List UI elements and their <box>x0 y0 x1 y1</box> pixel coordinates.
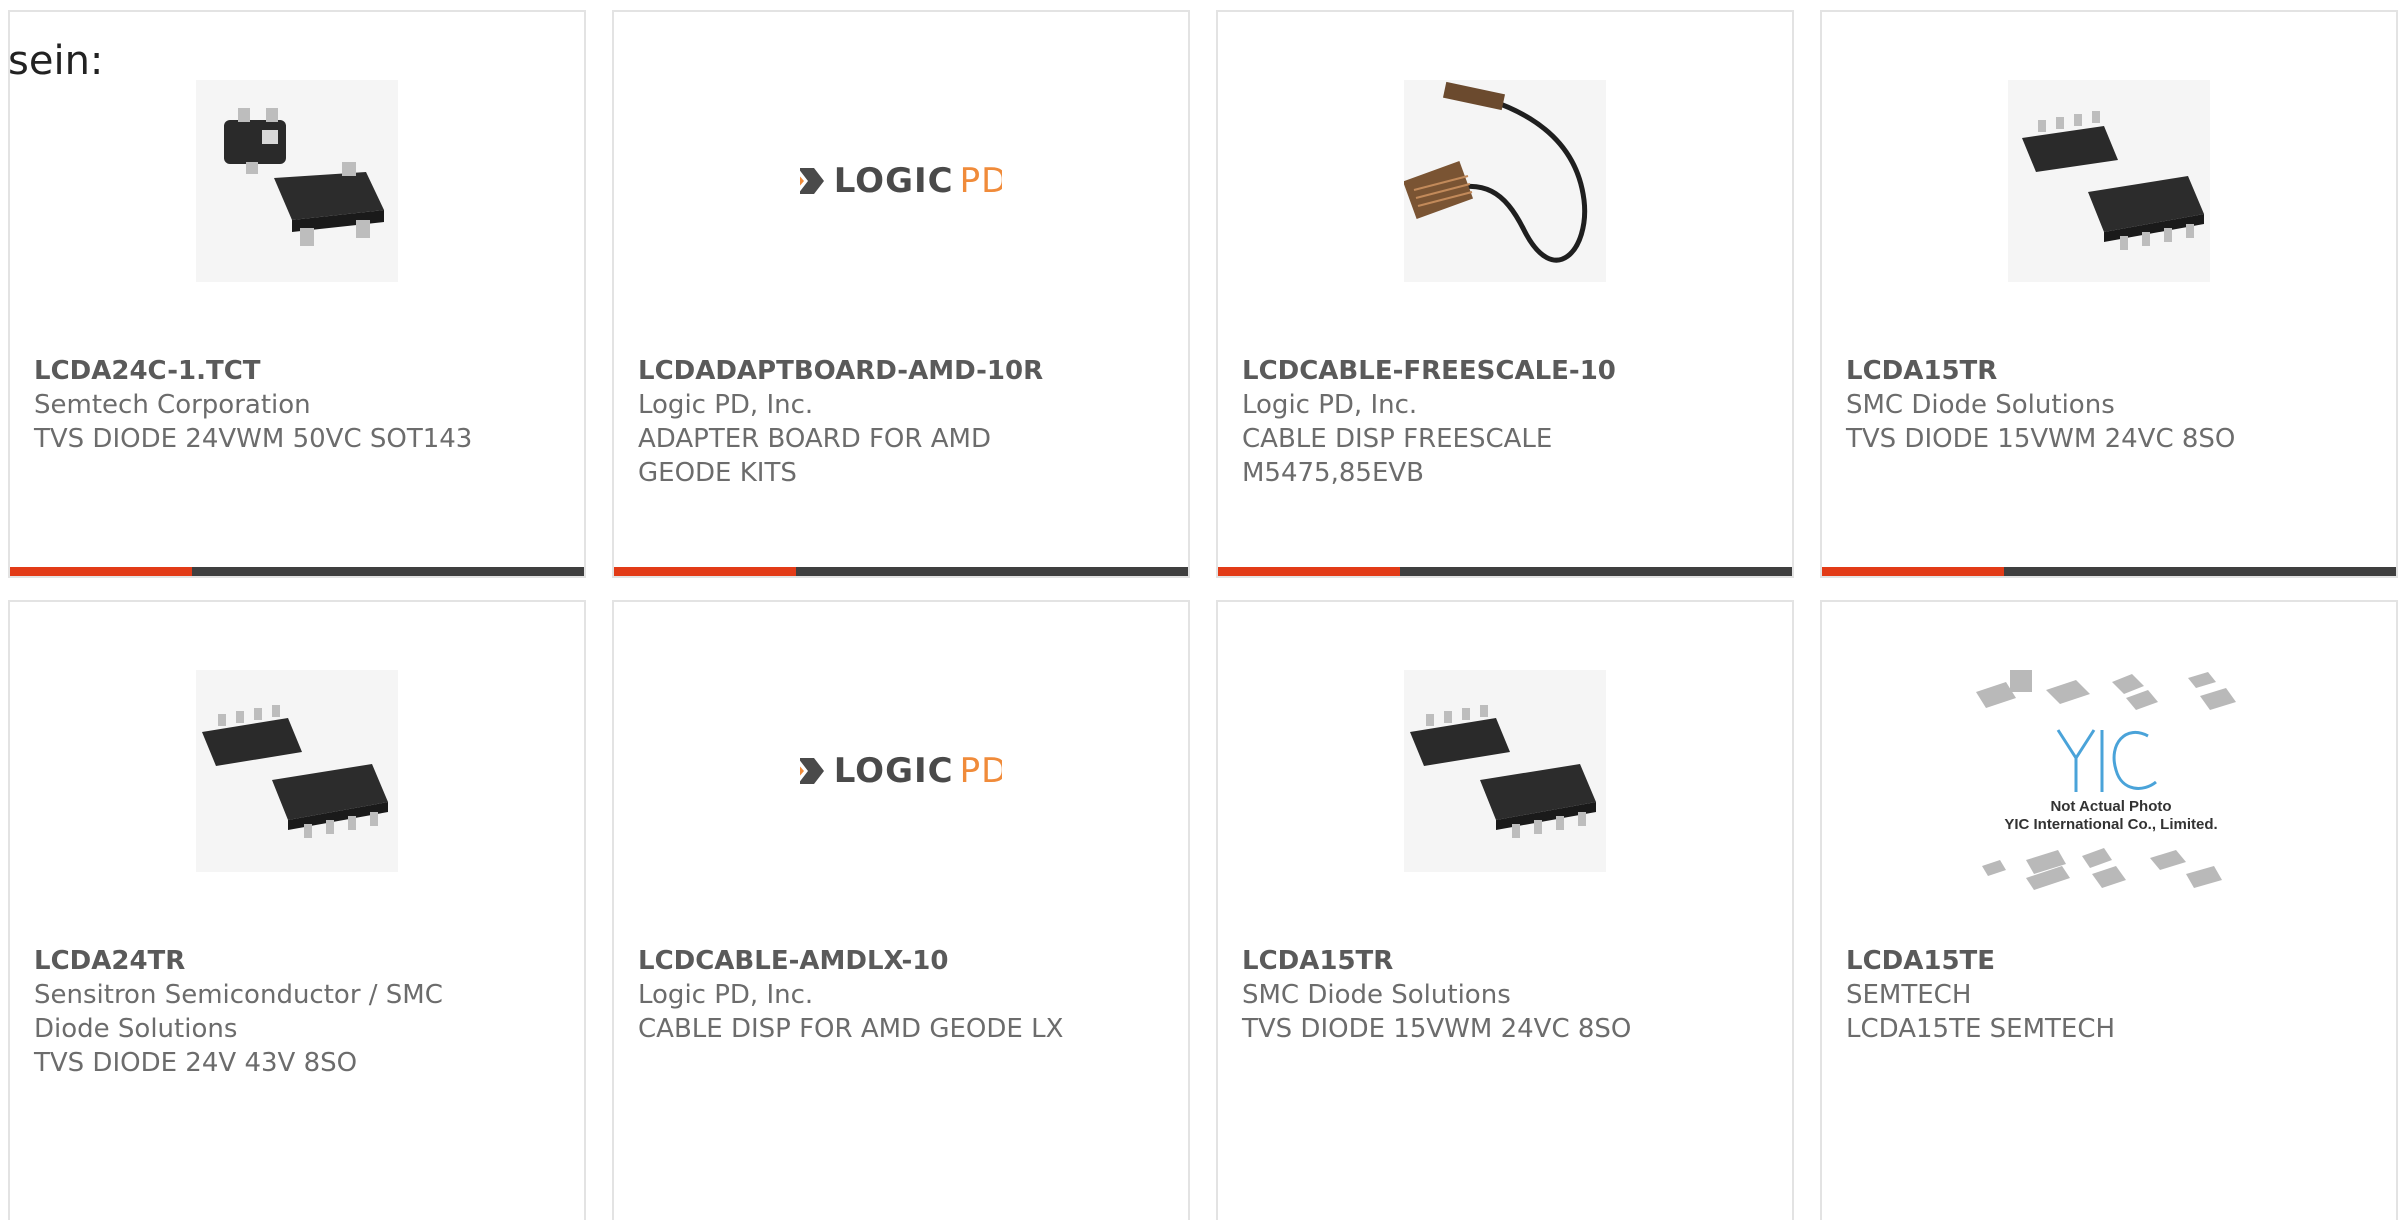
part-number[interactable]: LCDA24C-1.TCT <box>34 354 534 388</box>
soic8-chip-icon <box>202 705 388 838</box>
card-accent-bar <box>1218 567 1792 576</box>
sot143-chip-icon <box>224 108 384 246</box>
card-accent-bar <box>614 567 1188 576</box>
logicpd-chevron-icon <box>800 758 824 784</box>
description: ADAPTER BOARD FOR AMD GEODE KITS <box>638 424 991 488</box>
description: TVS DIODE 24V 43V 8SO <box>34 1048 358 1078</box>
product-image[interactable]: LOGIC PD <box>800 80 1002 282</box>
product-info: LCDA15TR SMC Diode Solutions TVS DIODE 1… <box>1846 354 2346 456</box>
soic8-chip-icon <box>1410 705 1596 838</box>
soic8-chip-icon <box>2022 111 2204 250</box>
product-image[interactable] <box>1404 670 1606 872</box>
product-info: LCDCABLE-AMDLX-10 Logic PD, Inc. CABLE D… <box>638 944 1138 1046</box>
part-number[interactable]: LCDA24TR <box>34 944 534 978</box>
product-image[interactable] <box>196 80 398 282</box>
manufacturer: Semtech Corporation <box>34 390 311 420</box>
product-info: LCDA24C-1.TCT Semtech Corporation TVS DI… <box>34 354 534 456</box>
description: TVS DIODE 15VWM 24VC 8SO <box>1846 424 2236 454</box>
manufacturer: Logic PD, Inc. <box>638 980 814 1010</box>
description: CABLE DISP FREESCALE M5475,85EVB <box>1242 424 1553 488</box>
description: CABLE DISP FOR AMD GEODE LX <box>638 1014 1064 1044</box>
manufacturer: Logic PD, Inc. <box>1242 390 1418 420</box>
product-card[interactable]: LCDA24TR Sensitron Semiconductor / SMC D… <box>8 600 586 1220</box>
chip-collage-icon <box>1976 670 2236 890</box>
product-image[interactable] <box>196 670 398 872</box>
description: TVS DIODE 15VWM 24VC 8SO <box>1242 1014 1632 1044</box>
cable-icon <box>1404 81 1588 263</box>
product-image[interactable]: LOGIC PD <box>800 670 1002 872</box>
product-card[interactable]: LCDA15TR SMC Diode Solutions TVS DIODE 1… <box>1820 10 2398 578</box>
product-image[interactable] <box>2008 80 2210 282</box>
product-card[interactable]: LCDA15TR SMC Diode Solutions TVS DIODE 1… <box>1216 600 1794 1220</box>
card-accent-bar <box>10 567 584 576</box>
product-card[interactable]: LOGIC PD LCDADAPTBOARD-AMD-10R Logic PD,… <box>612 10 1190 578</box>
card-accent-bar <box>1822 567 2396 576</box>
product-info: LCDA15TE SEMTECH LCDA15TE SEMTECH <box>1846 944 2346 1046</box>
description: TVS DIODE 24VWM 50VC SOT143 <box>34 424 473 454</box>
product-image[interactable]: Not Actual Photo YIC International Co., … <box>1966 652 2256 912</box>
manufacturer: SMC Diode Solutions <box>1242 980 1511 1010</box>
part-number[interactable]: LCDA15TE <box>1846 944 2346 978</box>
logicpd-logo: LOGIC PD <box>800 751 1002 791</box>
product-card[interactable]: LOGIC PD LCDCABLE-AMDLX-10 Logic PD, Inc… <box>612 600 1190 1220</box>
product-info: LCDCABLE-FREESCALE-10 Logic PD, Inc. CAB… <box>1242 354 1742 490</box>
manufacturer: Sensitron Semiconductor / SMC Diode Solu… <box>34 980 443 1044</box>
page-prefix-text: sein: <box>8 38 104 84</box>
part-number[interactable]: LCDCABLE-FREESCALE-10 <box>1242 354 1742 388</box>
logicpd-chevron-icon <box>800 168 824 194</box>
part-number[interactable]: LCDA15TR <box>1242 944 1742 978</box>
manufacturer: Logic PD, Inc. <box>638 390 814 420</box>
manufacturer: SMC Diode Solutions <box>1846 390 2115 420</box>
product-info: LCDA15TR SMC Diode Solutions TVS DIODE 1… <box>1242 944 1742 1046</box>
product-card[interactable]: LCDCABLE-FREESCALE-10 Logic PD, Inc. CAB… <box>1216 10 1794 578</box>
part-number[interactable]: LCDA15TR <box>1846 354 2346 388</box>
yic-placeholder-image: Not Actual Photo YIC International Co., … <box>1966 652 2256 912</box>
product-image[interactable] <box>1404 80 1606 282</box>
logicpd-logo: LOGIC PD <box>800 161 1002 201</box>
part-number[interactable]: LCDADAPTBOARD-AMD-10R <box>638 354 1138 388</box>
product-card[interactable]: LCDA24C-1.TCT Semtech Corporation TVS DI… <box>8 10 586 578</box>
manufacturer: SEMTECH <box>1846 980 1972 1010</box>
product-info: LCDA24TR Sensitron Semiconductor / SMC D… <box>34 944 534 1080</box>
part-number[interactable]: LCDCABLE-AMDLX-10 <box>638 944 1138 978</box>
product-info: LCDADAPTBOARD-AMD-10R Logic PD, Inc. ADA… <box>638 354 1138 490</box>
product-card[interactable]: Not Actual Photo YIC International Co., … <box>1820 600 2398 1220</box>
product-grid: LCDA24C-1.TCT Semtech Corporation TVS DI… <box>8 10 2400 1220</box>
description: LCDA15TE SEMTECH <box>1846 1014 2116 1044</box>
